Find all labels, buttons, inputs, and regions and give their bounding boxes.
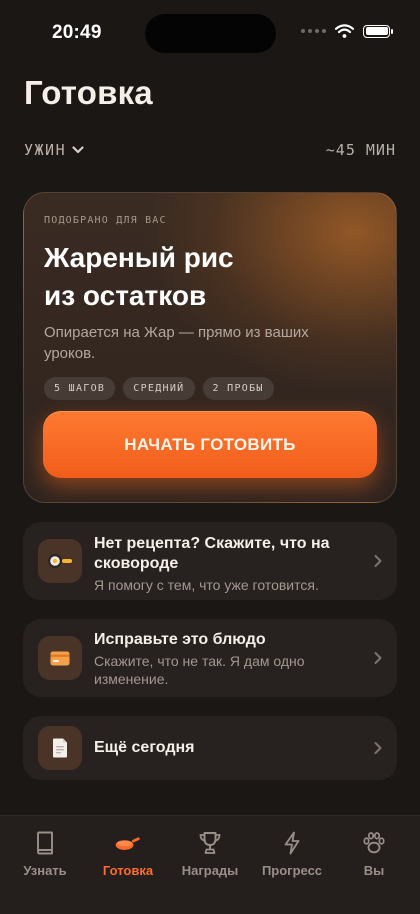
tastings-chip: 2 ПРОБЫ [202, 377, 274, 400]
hero-eyebrow: ПОДОБРАНО ДЛЯ ВАС [44, 215, 167, 226]
steps-chip: 5 ШАГОВ [44, 377, 116, 400]
difficulty-chip: СРЕДНИЙ [123, 377, 195, 400]
row-title: Нет рецепта? Скажите, что на сковороде [94, 535, 330, 572]
document-icon [53, 738, 67, 758]
row-text: Ещё сегодня [94, 738, 354, 758]
card-icon [50, 651, 70, 665]
tab-label: Прогресс [261, 863, 323, 878]
tab-label: Вы [363, 863, 385, 878]
tab-cooking[interactable]: Готовка [86, 830, 170, 878]
fix-dish-row[interactable]: Исправьте это блюдо Скажите, что не так.… [23, 619, 397, 697]
start-cooking-button[interactable]: НАЧАТЬ ГОТОВИТЬ [43, 411, 377, 478]
chevron-down-icon [72, 146, 84, 154]
tab-label: Узнать [23, 863, 67, 878]
tab-bar: Узнать Готовка Награды Прогресс Вы [0, 815, 420, 914]
trophy-icon [197, 830, 223, 856]
status-icons [301, 24, 393, 38]
status-bar: 20:49 [0, 0, 420, 66]
chevron-right-icon [374, 555, 382, 567]
dynamic-island [145, 14, 276, 53]
tab-rewards[interactable]: Награды [168, 830, 252, 878]
meal-label: УЖИН [24, 141, 67, 159]
row-icon-box [38, 636, 82, 680]
chevron-right-icon [374, 652, 382, 664]
tab-learn[interactable]: Узнать [3, 830, 87, 878]
recipe-title: Жареный рис из остатков [44, 239, 364, 315]
more-today-row[interactable]: Ещё сегодня [23, 716, 397, 780]
tab-progress[interactable]: Прогресс [250, 830, 334, 878]
tab-label: Готовка [102, 863, 154, 878]
row-description: Я помогу с тем, что уже готовится. [94, 577, 319, 593]
wifi-icon [335, 24, 354, 38]
pan-with-egg-icon [48, 554, 72, 568]
frying-pan-icon [115, 830, 141, 856]
tab-label: Награды [181, 863, 239, 878]
row-text: Нет рецепта? Скажите, что на сковороде Я… [94, 534, 354, 594]
no-recipe-row[interactable]: Нет рецепта? Скажите, что на сковороде Я… [23, 522, 397, 600]
row-title: Исправьте это блюдо [94, 631, 266, 648]
recipe-title-line-1: Жареный рис [44, 242, 234, 273]
row-description: Скажите, что не так. Я дам одно изменени… [94, 653, 305, 687]
row-title: Ещё сегодня [94, 739, 195, 756]
tab-profile[interactable]: Вы [332, 830, 416, 878]
book-icon [32, 830, 58, 856]
chevron-right-icon [374, 742, 382, 754]
battery-icon [363, 24, 393, 38]
row-icon-box [38, 726, 82, 770]
status-time: 20:49 [52, 22, 102, 43]
row-icon-box [38, 539, 82, 583]
row-text: Исправьте это блюдо Скажите, что не так.… [94, 630, 354, 688]
recipe-subtitle: Опирается на Жар — прямо из ваших уроков… [44, 324, 309, 362]
page-title: Готовка [24, 74, 153, 111]
recipe-chips: 5 ШАГОВ СРЕДНИЙ 2 ПРОБЫ [44, 377, 274, 400]
paw-icon [361, 830, 387, 856]
recommended-recipe-card: ПОДОБРАНО ДЛЯ ВАС Жареный рис из остатко… [23, 192, 397, 503]
lightning-icon [279, 830, 305, 856]
cook-duration: ~45 МИН [325, 141, 396, 159]
recipe-title-line-2: из остатков [44, 280, 207, 311]
meal-selector[interactable]: УЖИН [24, 141, 84, 159]
cellular-signal-icon [301, 29, 326, 33]
